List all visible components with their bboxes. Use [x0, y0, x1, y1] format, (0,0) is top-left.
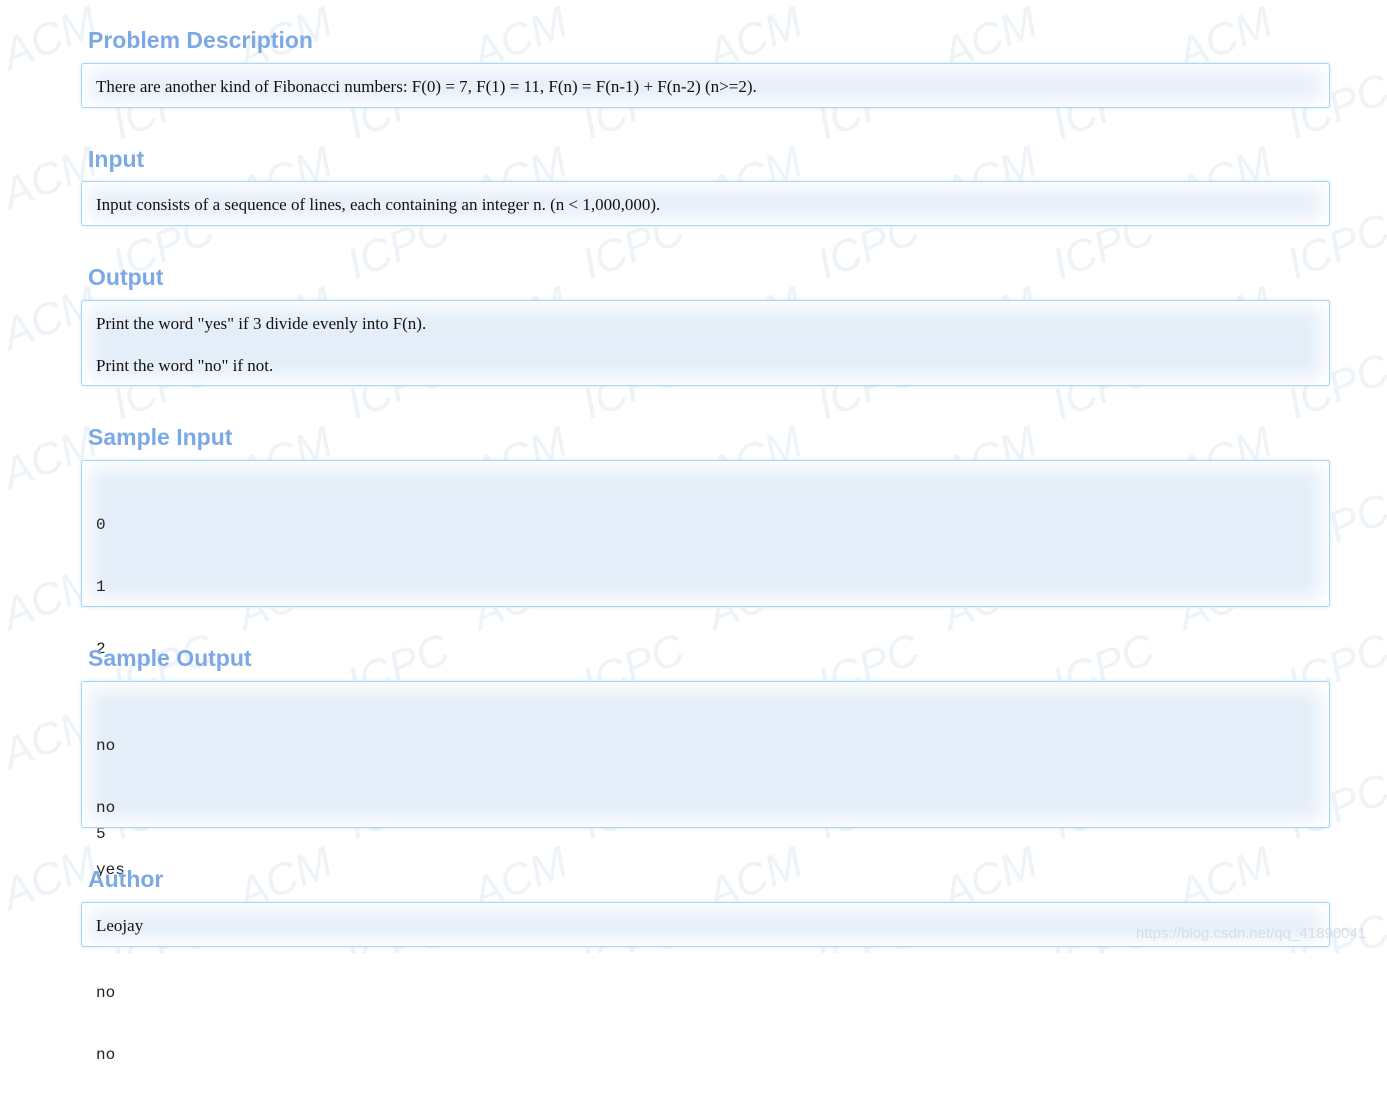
- csdn-watermark-url: https://blog.csdn.net/qq_41890041: [1136, 925, 1367, 942]
- output-text-line: Print the word "no" if not.: [96, 356, 274, 375]
- input-text: Input consists of a sequence of lines, e…: [96, 195, 661, 214]
- sample-input-line: 1: [96, 577, 106, 596]
- sample-input-line: 0: [96, 516, 106, 535]
- sample-output-line: no: [96, 984, 116, 1003]
- output-text-line: Print the word "yes" if 3 divide evenly …: [96, 314, 427, 333]
- sample-output-code: no no yes no no no: [96, 695, 154, 1107]
- sample-output-line: no: [96, 798, 116, 817]
- watermark-icpc-text: ICPC: [575, 0, 692, 9]
- author-name: Leojay: [96, 916, 144, 935]
- sample-output-line: no: [96, 1046, 116, 1065]
- watermark-icpc-text: ICPC: [105, 0, 222, 9]
- problem-description-text: There are another kind of Fibonacci numb…: [96, 77, 757, 96]
- sample-input-panel: 0 1 2 3 4 5: [81, 460, 1330, 843]
- sample-output-panel: no no yes no no no: [81, 681, 1330, 1064]
- watermark-icpc-text: ICPC: [810, 0, 927, 9]
- watermark-icpc-text: ICPC: [340, 0, 457, 9]
- output-title: Output: [88, 264, 164, 290]
- problem-description-title: Problem Description: [88, 27, 313, 53]
- input-panel: Input consists of a sequence of lines, e…: [81, 181, 1330, 226]
- author-title: Author: [88, 866, 164, 892]
- watermark-icpc-text: ICPC: [1045, 0, 1162, 9]
- watermark-icpc-text: ICPC: [1280, 0, 1387, 9]
- sample-input-title: Sample Input: [88, 424, 233, 450]
- problem-description-panel: There are another kind of Fibonacci numb…: [81, 63, 1330, 108]
- input-title: Input: [88, 146, 145, 172]
- sample-output-title: Sample Output: [88, 645, 252, 671]
- output-panel: Print the word "yes" if 3 divide evenly …: [81, 300, 1330, 386]
- sample-output-line: no: [96, 737, 116, 756]
